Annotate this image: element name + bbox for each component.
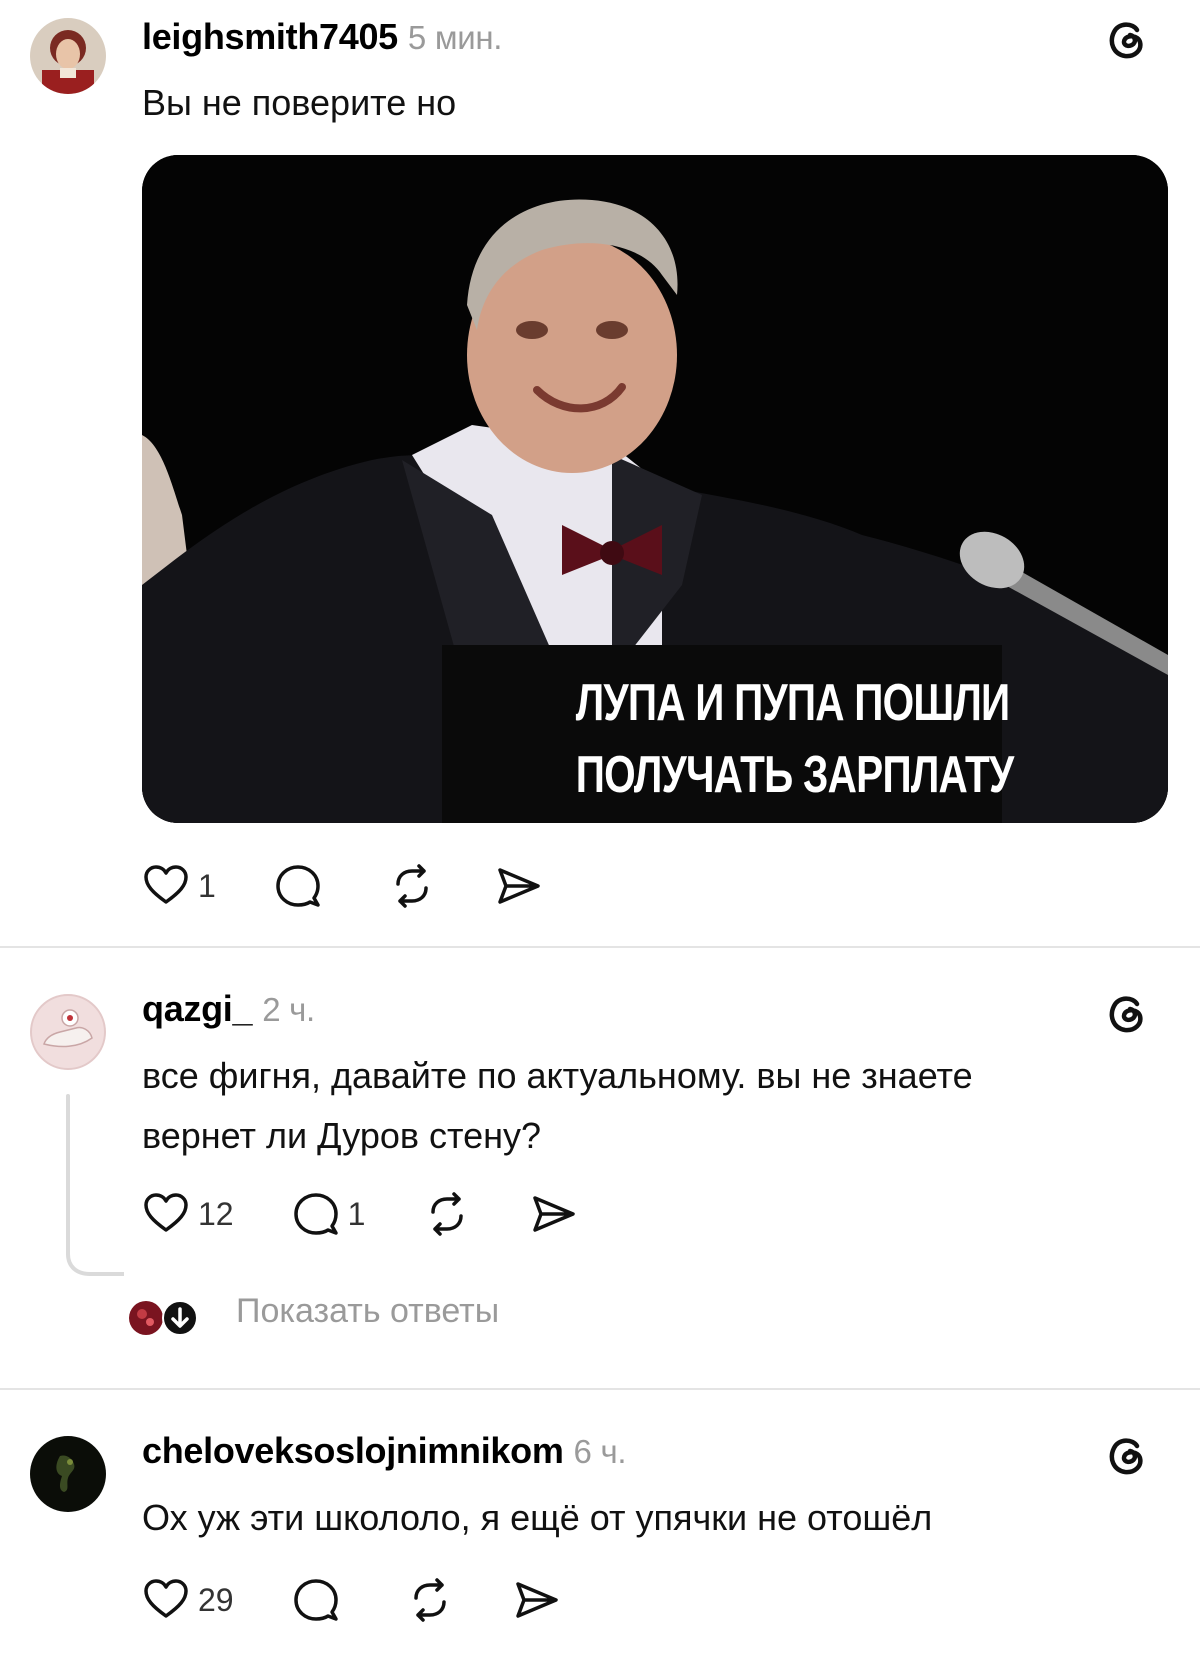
action-bar: 12 1 (142, 1186, 635, 1242)
like-count: 12 (198, 1195, 234, 1232)
post-text: Вы не поверите но (142, 82, 457, 123)
threads-icon[interactable] (1104, 16, 1150, 62)
post-2: qazgi_ 2 ч. все фигня, давайте по актуаль… (0, 948, 1200, 1388)
timestamp: 2 ч. (262, 991, 315, 1028)
repost-icon (396, 864, 428, 908)
repost-icon (413, 1578, 446, 1622)
threads-icon[interactable] (1104, 1432, 1150, 1478)
avatar[interactable] (30, 1436, 106, 1512)
username[interactable]: qazgi_ 2 ч. (142, 988, 315, 1030)
repost-button[interactable] (406, 1576, 454, 1624)
thread-curve (66, 1242, 124, 1276)
meme-caption: ЛУПА И ПУПА ПОШЛИ ПОЛУЧАТЬ ЗАРПЛАТУ (575, 667, 1015, 811)
heart-icon (144, 865, 188, 904)
threads-icon[interactable] (1104, 990, 1150, 1036)
comment-icon (293, 1193, 338, 1235)
caption-line: ПОЛУЧАТЬ ЗАРПЛАТУ (575, 746, 1015, 804)
post-3: cheloveksoslojnimnikom 6 ч. Ох уж эти шко… (0, 1390, 1200, 1657)
reply-avatars[interactable] (128, 1300, 202, 1336)
text-line: вернет ли Дуров стену? (142, 1115, 542, 1156)
timestamp: 6 ч. (573, 1433, 627, 1470)
action-bar: 1 (142, 858, 600, 914)
repost-button[interactable] (388, 862, 436, 910)
repost-button[interactable] (423, 1190, 471, 1238)
text-line: все фигня, давайте по актуальному. вы не… (142, 1055, 973, 1096)
like-count: 1 (198, 867, 216, 904)
comment-icon (293, 1579, 338, 1621)
avatar[interactable] (30, 994, 106, 1070)
reply-button[interactable] (274, 862, 330, 910)
like-button[interactable]: 29 (142, 1576, 234, 1624)
like-count: 29 (198, 1581, 234, 1618)
avatar[interactable] (30, 18, 106, 94)
reply-count: 1 (347, 1195, 366, 1232)
post-text: все фигня, давайте по актуальному. вы не… (142, 1046, 1140, 1166)
share-button[interactable] (494, 862, 542, 910)
username[interactable]: cheloveksoslojnimnikom 6 ч. (142, 1430, 627, 1472)
comment-icon (276, 865, 320, 907)
share-button[interactable] (512, 1576, 560, 1624)
repost-icon (431, 1192, 464, 1236)
like-button[interactable]: 1 (142, 862, 216, 910)
like-button[interactable]: 12 (142, 1190, 234, 1238)
share-icon (515, 1582, 558, 1618)
username[interactable]: leighsmith7405 5 мин. (142, 16, 502, 58)
action-bar: 29 (142, 1572, 618, 1628)
heart-icon (144, 1193, 188, 1232)
post-text: Ох уж эти школоло, я ещё от упячки не от… (142, 1497, 933, 1538)
post-1: leighsmith74055 мин. Вы не поверите но (0, 0, 1200, 945)
heart-icon (144, 1579, 188, 1618)
thread-line (66, 1094, 70, 1244)
post-image[interactable]: ЛУПА И ПУПА ПОШЛИ ПОЛУЧАТЬ ЗАРПЛАТУ (142, 155, 1168, 823)
share-icon (533, 1196, 576, 1232)
caption-line: ЛУПА И ПУПА ПОШЛИ (575, 674, 1011, 732)
reply-button[interactable]: 1 (292, 1190, 366, 1238)
show-replies-link[interactable]: Показать ответы (236, 1292, 499, 1331)
share-icon (498, 868, 540, 904)
reply-button[interactable] (292, 1576, 348, 1624)
timestamp: 5 мин. (407, 19, 503, 56)
share-button[interactable] (529, 1190, 577, 1238)
